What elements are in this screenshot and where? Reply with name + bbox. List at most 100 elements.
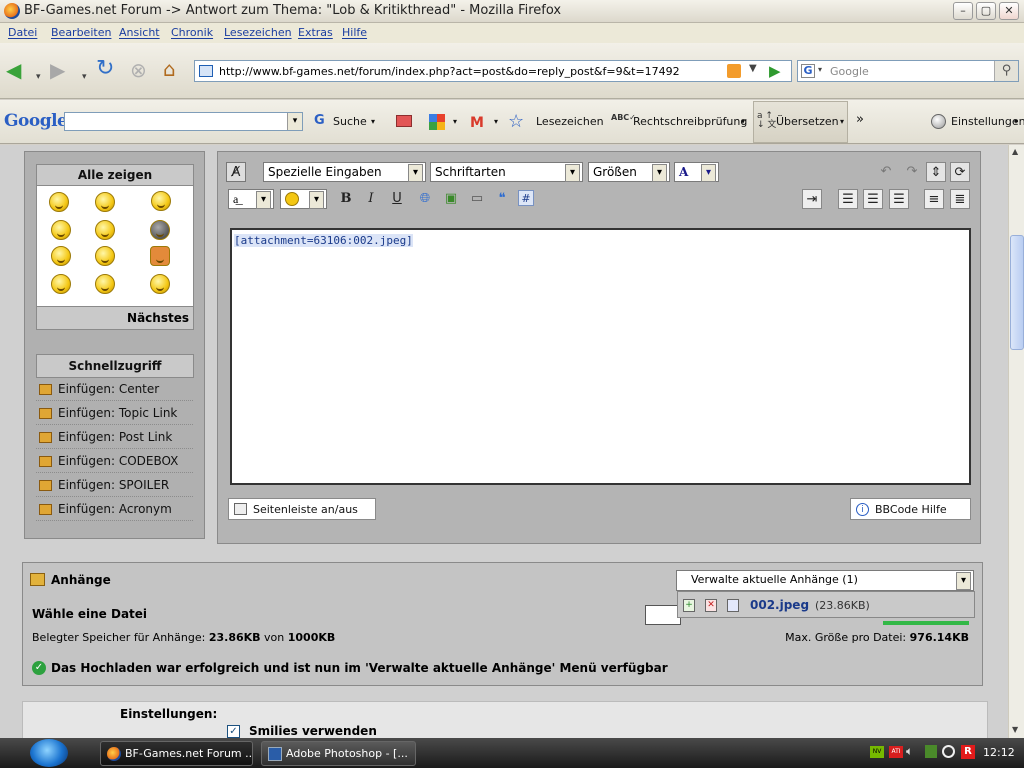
numbered-list-icon[interactable]: ≡ xyxy=(924,189,944,209)
undo-icon[interactable]: ↶ xyxy=(876,162,896,182)
url-bar[interactable]: http://www.bf-games.net/forum/index.php?… xyxy=(194,60,792,82)
emoticons-header[interactable]: Alle zeigen xyxy=(36,164,194,186)
home-icon[interactable]: ⌂ xyxy=(163,59,176,79)
search-dropdown-icon[interactable]: ▾ xyxy=(371,117,375,126)
align-right-icon[interactable]: ☰ xyxy=(889,189,909,209)
google-search-icon[interactable]: G xyxy=(314,113,328,129)
menu-ansicht[interactable]: Ansicht xyxy=(119,26,160,39)
ninja-emoticon-icon[interactable] xyxy=(150,220,170,240)
menu-datei[interactable]: Datei xyxy=(8,26,37,39)
back-dropdown-icon[interactable]: ▾ xyxy=(36,67,41,87)
font-family-select[interactable]: Schriftarten xyxy=(430,162,583,182)
special-input-select[interactable]: Spezielle Eingaben xyxy=(263,162,426,182)
spellcheck-dropdown-icon[interactable]: ▾ xyxy=(741,117,745,126)
text-style-select[interactable]: a͟ xyxy=(228,189,274,209)
align-center-icon[interactable]: ☰ xyxy=(863,189,883,209)
emoticon-icon[interactable] xyxy=(150,274,170,294)
bookmarks-button[interactable]: Lesezeichen xyxy=(536,115,604,128)
insert-code-icon[interactable]: # xyxy=(518,190,534,206)
bbcode-help-button[interactable]: i BBCode Hilfe xyxy=(850,498,971,520)
smilies-checkbox[interactable]: ✓ xyxy=(227,725,240,738)
stop-icon[interactable]: ⊗ xyxy=(130,60,147,80)
search-icon[interactable]: ⚲ xyxy=(994,61,1018,81)
emoticon-icon[interactable] xyxy=(95,246,115,266)
google-apps-icon[interactable] xyxy=(429,114,445,130)
insert-attachment-icon[interactable]: + xyxy=(683,599,695,612)
apps-dropdown-icon[interactable]: ▾ xyxy=(453,117,457,126)
more-tools-button[interactable]: » xyxy=(856,112,864,127)
italic-icon[interactable]: I xyxy=(361,189,381,209)
quick-item-center[interactable]: Einfügen: Center xyxy=(36,378,193,401)
emoticon-icon[interactable] xyxy=(95,192,115,212)
forward-dropdown-icon[interactable]: ▾ xyxy=(82,67,87,87)
settings-dropdown-icon[interactable]: ▾ xyxy=(1014,117,1018,126)
google-history-dropdown-icon[interactable]: ▾ xyxy=(287,113,302,130)
quick-item-post-link[interactable]: Einfügen: Post Link xyxy=(36,426,193,449)
bullet-list-icon[interactable]: ≣ xyxy=(950,189,970,209)
forward-icon[interactable]: ▶ xyxy=(50,60,65,80)
highlight-icon[interactable] xyxy=(396,115,412,127)
maximize-button[interactable]: ▢ xyxy=(976,2,996,20)
redo-icon[interactable]: ↷ xyxy=(902,162,922,182)
underline-icon[interactable]: U xyxy=(387,189,407,209)
security-tray-icon[interactable] xyxy=(942,745,955,758)
quick-item-spoiler[interactable]: Einfügen: SPOILER xyxy=(36,474,193,497)
emoticon-icon[interactable] xyxy=(151,191,171,211)
insert-quote-icon[interactable]: ❝ xyxy=(492,189,512,209)
ati-tray-icon[interactable]: ATI xyxy=(889,746,903,758)
align-left-icon[interactable]: ☰ xyxy=(838,189,858,209)
view-attachment-icon[interactable] xyxy=(727,599,739,612)
translate-dropdown-icon[interactable]: ▾ xyxy=(840,117,844,126)
network-tray-icon[interactable] xyxy=(925,745,937,758)
emoticon-icon[interactable] xyxy=(51,274,71,294)
scrollbar-thumb[interactable] xyxy=(1010,235,1024,350)
resize-editor-icon[interactable]: ⇕ xyxy=(926,162,946,182)
antivirus-tray-icon[interactable]: R xyxy=(961,745,975,759)
manage-attachments-select[interactable]: Verwalte aktuelle Anhänge (1) xyxy=(676,570,974,591)
bold-icon[interactable]: B xyxy=(336,189,356,209)
menu-chronik[interactable]: Chronik xyxy=(171,26,213,39)
engine-dropdown-icon[interactable]: ▾ xyxy=(818,65,822,74)
emoticon-icon[interactable] xyxy=(51,246,71,266)
post-editor-textarea[interactable]: [attachment=63106:002.jpeg] xyxy=(230,228,971,485)
next-emoticons-link[interactable]: Nächstes xyxy=(127,311,189,325)
spellcheck-button[interactable]: Rechtschreibprüfung xyxy=(633,115,747,128)
emoticon-icon[interactable] xyxy=(150,246,170,266)
menu-bearbeiten[interactable]: Bearbeiten xyxy=(51,26,111,39)
menu-hilfe[interactable]: Hilfe xyxy=(342,26,367,39)
font-size-select[interactable]: Größen xyxy=(588,162,670,182)
menu-extras[interactable]: Extras xyxy=(298,26,333,39)
volume-tray-icon[interactable]: 🔈︎ xyxy=(906,744,913,759)
translate-button[interactable]: Übersetzen xyxy=(776,115,839,128)
emoticon-icon[interactable] xyxy=(51,220,71,240)
delete-attachment-icon[interactable]: ✕ xyxy=(705,599,717,612)
insert-email-icon[interactable]: ▭ xyxy=(467,189,487,209)
quick-item-codebox[interactable]: Einfügen: CODEBOX xyxy=(36,450,193,473)
upload-button[interactable] xyxy=(883,621,969,625)
google-search-input[interactable]: ▾ xyxy=(64,112,303,131)
remove-format-icon[interactable]: A̸ xyxy=(226,162,246,182)
menu-lesezeichen[interactable]: Lesezeichen xyxy=(224,26,292,39)
indent-icon[interactable]: ⇥ xyxy=(802,189,822,209)
gmail-dropdown-icon[interactable]: ▾ xyxy=(494,117,498,126)
font-color-select[interactable]: A xyxy=(674,162,719,182)
minimize-button[interactable]: – xyxy=(953,2,973,20)
nvidia-tray-icon[interactable]: NV xyxy=(870,746,884,758)
bookmark-star-icon[interactable]: ☆ xyxy=(508,111,524,132)
emoticon-icon[interactable] xyxy=(95,274,115,294)
google-engine-icon[interactable]: G xyxy=(801,64,815,78)
task-photoshop[interactable]: Adobe Photoshop - [... xyxy=(261,741,416,766)
insert-link-icon[interactable]: 🌐︎ xyxy=(415,189,435,209)
scroll-down-icon[interactable]: ▼ xyxy=(1012,725,1018,734)
quick-item-topic-link[interactable]: Einfügen: Topic Link xyxy=(36,402,193,425)
rss-feed-icon[interactable] xyxy=(727,64,741,78)
back-icon[interactable]: ◀ xyxy=(6,60,21,80)
scroll-up-icon[interactable]: ▲ xyxy=(1012,147,1018,156)
switch-editor-icon[interactable]: ⟳ xyxy=(950,162,970,182)
page-scrollbar[interactable]: ▲ ▼ xyxy=(1008,145,1024,738)
web-search-box[interactable]: G ▾ Google ⚲ xyxy=(797,60,1019,82)
close-button[interactable]: ✕ xyxy=(999,2,1019,20)
quick-item-acronym[interactable]: Einfügen: Acronym xyxy=(36,498,193,521)
reload-icon[interactable]: ↻ xyxy=(96,58,114,80)
attachment-file-name[interactable]: 002.jpeg xyxy=(750,598,809,612)
